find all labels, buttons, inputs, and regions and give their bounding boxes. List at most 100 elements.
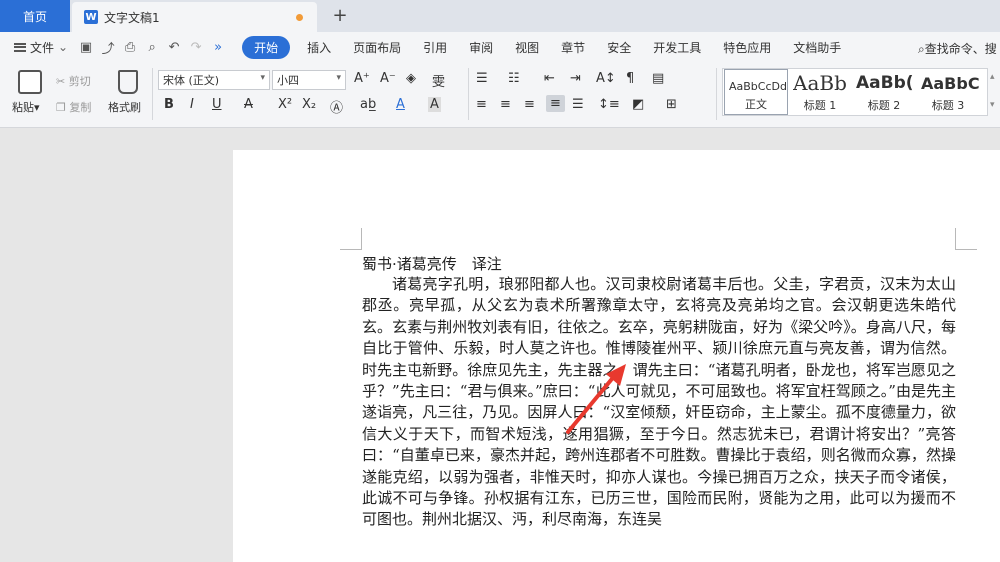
margin-corner-top-left xyxy=(340,228,362,250)
menu-tabs: 开始 插入 页面布局 引用 审阅 视图 章节 安全 开发工具 特色应用 文档助手 xyxy=(236,35,852,59)
cut-button[interactable]: ✂ 剪切 xyxy=(56,73,91,89)
tab-insert[interactable]: 插入 xyxy=(307,39,331,56)
divider xyxy=(716,68,717,120)
style-label: 正文 xyxy=(745,98,767,111)
shrink-font-icon[interactable]: A⁻ xyxy=(380,71,396,86)
italic-icon[interactable]: I xyxy=(190,97,194,112)
font-color-icon[interactable]: A xyxy=(396,97,405,112)
highlight-icon[interactable]: ab̲ xyxy=(360,97,376,112)
tab-developer[interactable]: 开发工具 xyxy=(653,39,701,56)
search-command-label: 查找命令、搜 xyxy=(924,42,997,56)
chevron-down-icon: ▾ xyxy=(336,73,341,83)
file-menu[interactable]: 文件 ⌄ xyxy=(14,39,68,56)
hamburger-icon xyxy=(14,42,26,52)
wps-writer-icon: W xyxy=(84,10,98,24)
file-menu-label: 文件 xyxy=(30,40,55,55)
search-command[interactable]: ⌕查找命令、搜 xyxy=(918,40,997,57)
format-painter-button[interactable] xyxy=(114,70,138,94)
more-icon[interactable]: » xyxy=(210,40,226,55)
scroll-up-icon[interactable]: ▴ xyxy=(990,72,995,82)
format-painter-icon xyxy=(118,70,138,94)
superscript-icon[interactable]: X² xyxy=(278,97,292,112)
bullet-list-icon[interactable]: ☰ xyxy=(476,71,488,86)
justify-icon[interactable]: ≡ xyxy=(546,95,565,112)
align-right-icon[interactable]: ≡ xyxy=(524,97,535,112)
copy-icon: ❐ xyxy=(56,101,70,114)
style-heading-2[interactable]: AaBb( 标题 2 xyxy=(852,69,916,115)
decrease-indent-icon[interactable]: ⇤ xyxy=(544,71,555,86)
search-icon: ⌕ xyxy=(918,42,925,56)
tab-bar: 首页 W 文字文稿1 + xyxy=(0,0,1000,32)
numbered-list-icon[interactable]: ☷ xyxy=(508,71,520,86)
add-tab-button[interactable]: + xyxy=(330,4,350,26)
bold-icon[interactable]: B xyxy=(164,97,174,112)
grow-font-icon[interactable]: A⁺ xyxy=(354,71,370,86)
copy-button[interactable]: ❐ 复制 xyxy=(56,99,91,115)
format-painter-label: 格式刷 xyxy=(108,101,141,114)
tab-doc-assistant[interactable]: 文档助手 xyxy=(793,39,841,56)
print-preview-icon[interactable]: ⌕ xyxy=(144,40,160,55)
clear-format-icon[interactable]: ◈ xyxy=(406,71,416,86)
style-label: 标题 1 xyxy=(803,99,837,112)
style-heading-1[interactable]: AaBb 标题 1 xyxy=(789,69,851,115)
align-center-icon[interactable]: ≡ xyxy=(500,97,511,112)
text-effect-icon[interactable]: Ⓐ xyxy=(330,97,343,116)
chevron-down-icon: ▾ xyxy=(260,73,265,83)
font-name-value: 宋体 (正文) xyxy=(163,74,220,87)
style-normal[interactable]: AaBbCcDd 正文 xyxy=(724,69,788,115)
shading-icon[interactable]: ◩ xyxy=(632,97,644,112)
line-spacing-icon[interactable]: ↕≡ xyxy=(598,97,620,112)
tab-references[interactable]: 引用 xyxy=(423,39,447,56)
style-sample: AaBb xyxy=(793,71,847,95)
subscript-icon[interactable]: X₂ xyxy=(302,97,316,112)
tab-special[interactable]: 特色应用 xyxy=(723,39,771,56)
tab-review[interactable]: 审阅 xyxy=(469,39,493,56)
document-title[interactable]: 蜀书·诸葛亮传 译注 xyxy=(362,253,502,274)
tab-page-layout[interactable]: 页面布局 xyxy=(353,39,401,56)
share-icon[interactable]: ⤴ xyxy=(100,38,116,57)
font-size-value: 小四 xyxy=(277,74,299,87)
tab-chapter[interactable]: 章节 xyxy=(561,39,585,56)
show-marks-icon[interactable]: ¶ xyxy=(626,71,634,86)
annotation-arrow-icon xyxy=(566,364,626,434)
border-icon[interactable]: ⊞ xyxy=(666,97,677,112)
tab-document-label: 文字文稿1 xyxy=(104,10,160,25)
document-body[interactable]: 诸葛亮字孔明，琅邪阳都人也。汉司隶校尉诸葛丰后也。父圭，字君贡，汉末为太山郡丞。… xyxy=(362,274,956,531)
align-left-icon[interactable]: ≡ xyxy=(476,97,487,112)
chevron-down-icon: ⌄ xyxy=(58,40,69,54)
quick-access-toolbar: ▣ ⤴ ⎙ ⌕ ↶ ↷ » xyxy=(78,38,226,57)
redo-icon[interactable]: ↷ xyxy=(188,40,204,55)
style-sample: AaBbCcDd xyxy=(729,80,787,93)
print-icon[interactable]: ⎙ xyxy=(122,40,138,55)
style-label: 标题 3 xyxy=(931,99,965,112)
strikethrough-icon[interactable]: A xyxy=(244,97,253,112)
scroll-down-icon[interactable]: ▾ xyxy=(990,100,995,110)
underline-icon[interactable]: U xyxy=(212,97,222,112)
tab-start[interactable]: 开始 xyxy=(242,35,291,59)
sort-icon[interactable]: A↕ xyxy=(596,71,616,86)
menu-bar: 文件 ⌄ ▣ ⤴ ⎙ ⌕ ↶ ↷ » 开始 插入 页面布局 引用 审阅 视图 章… xyxy=(0,32,1000,62)
tab-view[interactable]: 视图 xyxy=(515,39,539,56)
divider xyxy=(152,68,153,120)
increase-indent-icon[interactable]: ⇥ xyxy=(570,71,581,86)
style-heading-3[interactable]: AaBbC 标题 3 xyxy=(917,69,979,115)
paste-button[interactable] xyxy=(18,70,42,94)
distributed-icon[interactable]: ☰ xyxy=(572,97,584,112)
phonetic-icon[interactable]: 雯 xyxy=(432,71,445,90)
style-label: 标题 2 xyxy=(867,99,901,112)
style-sample: AaBbC xyxy=(921,74,979,93)
style-sample: AaBb( xyxy=(856,73,914,93)
tab-security[interactable]: 安全 xyxy=(607,39,631,56)
tab-document[interactable]: W 文字文稿1 xyxy=(72,2,317,32)
font-size-select[interactable]: 小四 ▾ xyxy=(272,70,346,90)
paragraph-settings-icon[interactable]: ▤ xyxy=(652,71,664,86)
divider xyxy=(468,68,469,120)
save-icon[interactable]: ▣ xyxy=(78,40,94,55)
char-shading-icon[interactable]: A xyxy=(428,97,441,112)
unsaved-dot-icon xyxy=(296,14,303,21)
paste-label: 粘贴▾ xyxy=(12,101,40,114)
undo-icon[interactable]: ↶ xyxy=(166,40,182,55)
tab-home[interactable]: 首页 xyxy=(0,0,70,32)
font-name-select[interactable]: 宋体 (正文) ▾ xyxy=(158,70,270,90)
styles-gallery: AaBbCcDd 正文 AaBb 标题 1 AaBb( 标题 2 AaBbC 标… xyxy=(722,68,988,116)
